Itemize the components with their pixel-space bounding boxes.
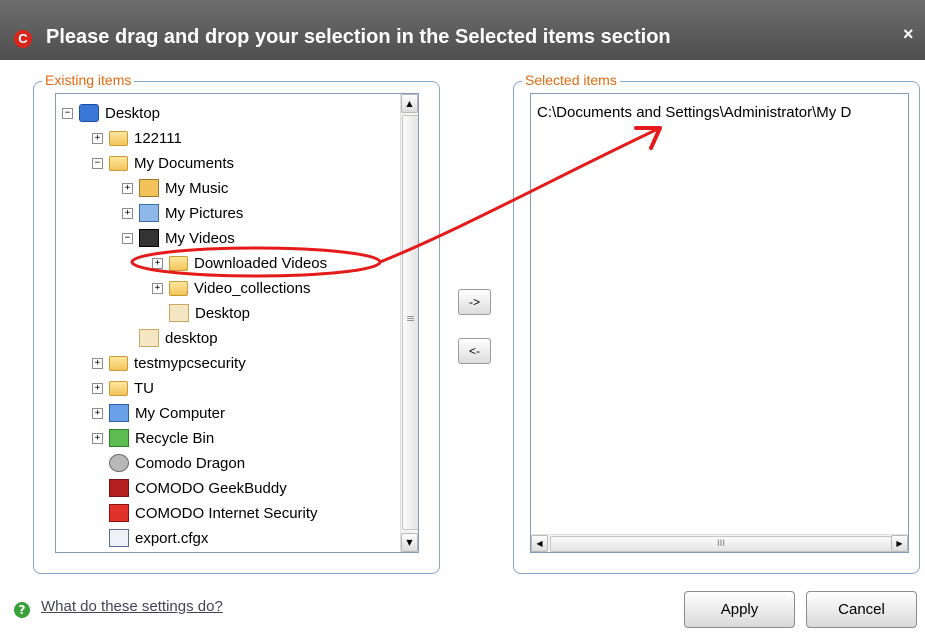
tree-item[interactable]: + Recycle Bin: [92, 426, 214, 450]
tree-vertical-scrollbar[interactable]: ▲ ≡ ▼: [400, 94, 418, 552]
selected-items-legend: Selected items: [522, 72, 620, 88]
tree-item-label: TU: [134, 379, 154, 397]
collapse-icon[interactable]: −: [62, 107, 73, 119]
expand-icon[interactable]: +: [122, 207, 133, 219]
tree-item-label: My Music: [165, 179, 229, 197]
tree-item[interactable]: export.cfgx: [92, 526, 208, 550]
tree-item-label: My Pictures: [165, 204, 244, 222]
tree-item[interactable]: Comodo Dragon: [92, 451, 245, 475]
apply-button[interactable]: Apply: [684, 591, 795, 628]
tree-item[interactable]: + My Computer: [92, 401, 225, 425]
window-title: Please drag and drop your selection in t…: [46, 26, 671, 48]
tree-item-label: export.cfgx: [135, 529, 209, 547]
expand-icon[interactable]: +: [122, 182, 133, 194]
tree-item[interactable]: + My Pictures: [122, 201, 243, 225]
tree-item-label: Downloaded Videos: [194, 254, 328, 272]
tree-item-label: Video_collections: [194, 279, 311, 297]
title-bar: C Please drag and drop your selection in…: [0, 0, 925, 60]
scroll-right-icon[interactable]: ▶: [891, 535, 908, 552]
tree-item[interactable]: +122111: [92, 126, 182, 150]
add-to-selected-button[interactable]: ->: [458, 289, 491, 315]
selected-item[interactable]: C:\Documents and Settings\Administrator\…: [537, 104, 851, 121]
help-link[interactable]: What do these settings do?: [41, 598, 223, 615]
horizontal-scroll-thumb[interactable]: III: [550, 536, 892, 552]
shortcut-icon: [169, 304, 189, 322]
close-icon[interactable]: ×: [903, 24, 914, 45]
tree-item-label: My Documents: [134, 154, 235, 172]
computer-icon: [109, 404, 129, 422]
recycle-bin-icon: [109, 429, 129, 447]
tree-item[interactable]: − My Documents: [92, 151, 234, 175]
cancel-button[interactable]: Cancel: [806, 591, 917, 628]
tree-item[interactable]: COMODO Internet Security: [92, 501, 318, 525]
tree-item[interactable]: + Downloaded Videos: [152, 251, 327, 275]
tree-item[interactable]: + Video_collections: [152, 276, 310, 300]
pictures-folder-icon: [139, 204, 159, 222]
folder-icon: [169, 255, 188, 271]
existing-items-legend: Existing items: [42, 72, 135, 88]
help-icon[interactable]: ?: [14, 602, 30, 618]
collapse-icon[interactable]: −: [92, 157, 103, 169]
videos-folder-icon: [139, 229, 159, 247]
folder-icon: [109, 380, 128, 396]
comodo-dragon-icon: [109, 454, 129, 472]
remove-from-selected-button[interactable]: <-: [458, 338, 491, 364]
tree-item[interactable]: + TU: [92, 376, 154, 400]
tree-item-label: My Computer: [135, 404, 226, 422]
expand-icon[interactable]: +: [92, 357, 103, 369]
expand-icon[interactable]: +: [92, 132, 103, 144]
comodo-logo-icon: C: [14, 30, 32, 48]
folder-icon: [109, 130, 128, 146]
tree-item-label: Recycle Bin: [135, 429, 215, 447]
scroll-left-icon[interactable]: ◀: [531, 535, 548, 552]
folder-icon: [109, 155, 128, 171]
tree-item-label: desktop: [165, 329, 218, 347]
tree-item[interactable]: COMODO GeekBuddy: [92, 476, 287, 500]
scroll-down-icon[interactable]: ▼: [401, 533, 418, 552]
cfg-file-icon: [109, 529, 129, 547]
cis-icon: [109, 504, 129, 522]
scroll-up-icon[interactable]: ▲: [401, 94, 418, 113]
tree-item[interactable]: + testmypcsecurity: [92, 351, 246, 375]
expand-icon[interactable]: +: [92, 382, 103, 394]
scroll-grip-icon: ≡: [406, 312, 416, 325]
tree-item-label: My Videos: [165, 229, 235, 247]
shortcut-icon: [139, 329, 159, 347]
tree-item-label: testmypcsecurity: [134, 354, 246, 372]
tree-item[interactable]: desktop: [122, 326, 218, 350]
tree-item-label: COMODO GeekBuddy: [135, 479, 287, 497]
expand-icon[interactable]: +: [152, 257, 163, 269]
tree-item-label: Desktop: [105, 104, 161, 122]
tree-item-label: COMODO Internet Security: [135, 504, 318, 522]
tree-item-label: Comodo Dragon: [135, 454, 246, 472]
expand-icon[interactable]: +: [152, 282, 163, 294]
tree-item[interactable]: − My Videos: [122, 226, 235, 250]
tree-item[interactable]: − Desktop: [62, 101, 160, 125]
selected-items-list[interactable]: C:\Documents and Settings\Administrator\…: [530, 93, 909, 553]
collapse-icon[interactable]: −: [122, 232, 133, 244]
folder-icon: [109, 355, 128, 371]
folder-icon: [169, 280, 188, 296]
music-folder-icon: [139, 179, 159, 197]
tree-item[interactable]: + My Music: [122, 176, 228, 200]
geekbuddy-icon: [109, 479, 129, 497]
tree-item[interactable]: Desktop: [152, 301, 250, 325]
tree-item-label: 122111: [134, 129, 182, 147]
tree-item-label: Desktop: [195, 304, 251, 322]
expand-icon[interactable]: +: [92, 432, 103, 444]
desktop-icon: [79, 104, 99, 122]
scroll-thumb[interactable]: ≡: [402, 115, 418, 530]
list-horizontal-scrollbar[interactable]: ◀ III ▶: [531, 534, 908, 552]
expand-icon[interactable]: +: [92, 407, 103, 419]
existing-items-tree[interactable]: − Desktop +122111− My Documents + My Music + My…: [55, 93, 419, 553]
